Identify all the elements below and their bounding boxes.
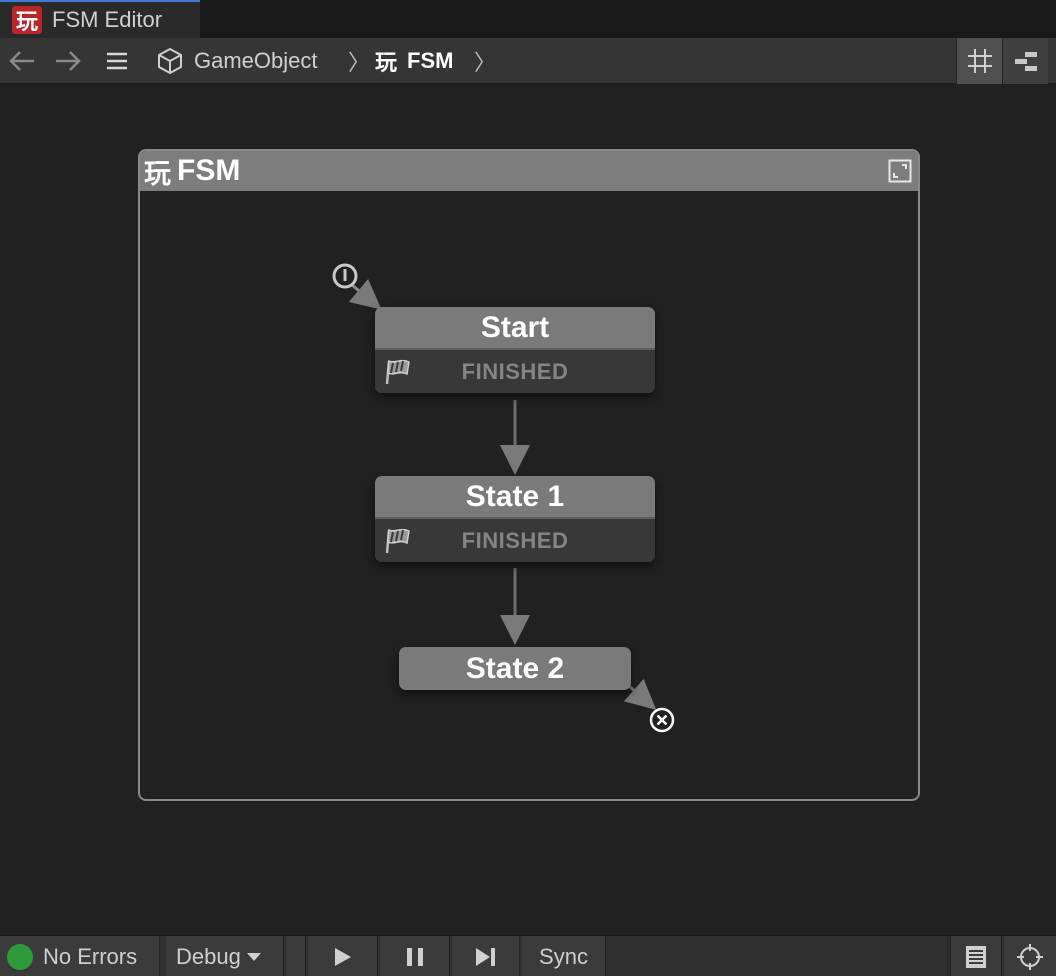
grid-toggle-button[interactable] [956,38,1002,84]
arrow-right-icon [56,51,81,71]
state-title: Start [375,307,655,350]
pause-button[interactable] [380,936,450,976]
grid-icon [967,49,992,73]
status-bar: No Errors Debug Sync [0,935,1056,976]
state-event-row[interactable]: FINISHED [375,519,655,562]
pause-icon [406,947,423,966]
event-label: FINISHED [461,527,569,553]
state-title: State 2 [465,651,565,685]
layout-icon [1014,52,1037,71]
finish-flag-icon [385,359,410,385]
window-tabbar: 玩 FSM Editor [0,0,1056,38]
breadcrumb-separator: 〉 [474,51,497,76]
end-transition-arrow [623,678,657,710]
sync-button[interactable]: Sync [522,936,606,976]
editor-tab[interactable]: 玩 FSM Editor [0,0,200,38]
finish-flag-icon [385,528,410,554]
start-marker-icon [332,263,358,289]
hamburger-icon [107,52,127,70]
back-button[interactable] [4,38,40,84]
log-button[interactable] [950,936,1002,976]
caret-down-icon [246,952,261,961]
layout-button[interactable] [1002,38,1048,84]
error-status[interactable]: No Errors [0,936,160,976]
breadcrumb-label: FSM [407,48,454,73]
breadcrumb-gameobject[interactable]: GameObject [156,38,318,84]
sync-label: Sync [539,943,588,969]
status-indicator-icon [7,943,33,970]
breadcrumb-label: GameObject [194,48,318,73]
end-marker-icon [649,707,675,733]
debug-label: Debug [176,943,241,969]
graph-canvas[interactable]: 玩 FSM Start FINISHED State 1 FINISHED St… [0,85,1056,935]
fsm-logo-icon: 玩 [375,51,398,76]
state-node-state-2[interactable]: State 2 [399,647,631,690]
debug-dropdown[interactable]: Debug [166,936,284,976]
state-event-row[interactable]: FINISHED [375,350,655,393]
locate-button[interactable] [1004,936,1056,976]
play-button[interactable] [308,936,378,976]
log-icon [966,945,986,968]
status-spacer [608,936,948,976]
menu-button[interactable] [102,38,132,84]
breadcrumb-separator: 〉 [348,51,371,76]
event-label: FINISHED [461,358,569,384]
breadcrumb-fsm[interactable]: 玩 FSM [375,38,453,84]
state-node-start[interactable]: Start FINISHED [375,307,655,393]
crosshair-icon [1017,943,1043,970]
step-icon [475,947,495,966]
step-button[interactable] [452,936,520,976]
fsm-logo-icon: 玩 [12,6,42,35]
forward-button[interactable] [50,38,86,84]
arrow-left-icon [9,51,34,71]
state-title: State 1 [375,476,655,519]
cube-icon [158,48,182,74]
status-label: No Errors [43,943,138,969]
toolbar: GameObject 〉 玩 FSM 〉 [0,38,1056,84]
tab-title: FSM Editor [52,7,163,32]
state-node-state-1[interactable]: State 1 FINISHED [375,476,655,562]
play-icon [334,947,351,966]
status-spacer [286,936,306,976]
